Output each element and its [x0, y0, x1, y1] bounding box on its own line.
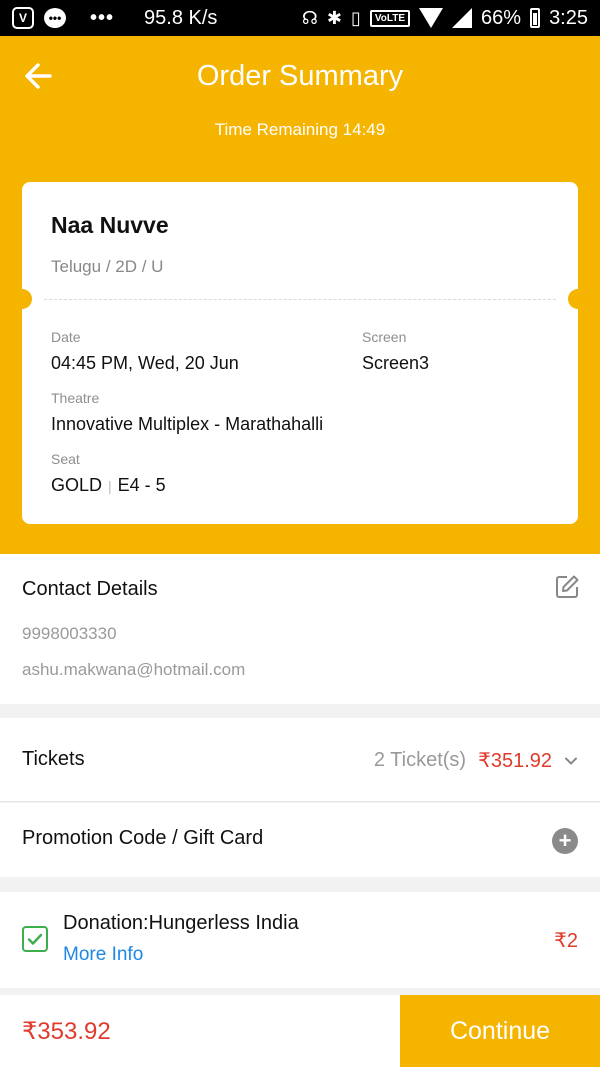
ticket-notch-right [568, 289, 588, 309]
promotion-code-title: Promotion Code / Gift Card [22, 827, 264, 849]
tickets-summary: 2 Ticket(s) ₹351.92 [374, 748, 578, 773]
time-remaining: Time Remaining 14:49 [0, 120, 600, 140]
more-notifications-icon: ••• [90, 6, 115, 29]
seat-separator: | [108, 478, 112, 494]
contact-phone: 9998003330 [22, 624, 117, 643]
footer-bar: ₹353.92 Continue [0, 995, 600, 1067]
chevron-down-icon[interactable] [564, 754, 578, 768]
screen-label: Screen [362, 329, 407, 345]
movie-title: Naa Nuvve [51, 212, 169, 238]
network-speed: 95.8 K/s [144, 6, 218, 29]
bluetooth-icon: ✱ [326, 7, 342, 28]
donation-title: Donation:Hungerless India [63, 912, 299, 934]
theatre-label: Theatre [51, 390, 100, 406]
order-header: Order Summary Time Remaining 14:49 Naa N… [0, 36, 600, 554]
donation-price: ₹2 [554, 930, 578, 952]
ticket-divider [44, 299, 556, 300]
screen-value: Screen3 [362, 353, 430, 373]
volte-icon: VoLTE [369, 9, 411, 27]
movie-meta: Telugu / 2D / U [51, 257, 164, 276]
contact-details-section: Contact Details 9998003330 ashu.makwana@… [0, 554, 600, 704]
page-title: Order Summary [196, 60, 404, 92]
tickets-title: Tickets [22, 748, 85, 770]
contact-details-title: Contact Details [22, 578, 158, 600]
timer-value: 14:49 [342, 120, 386, 139]
seat-class: GOLD [51, 475, 103, 495]
ticket-count: 2 Ticket(s) [373, 749, 467, 771]
seat-value: GOLD | E4 - 5 [51, 475, 166, 496]
battery-icon [530, 8, 541, 28]
ticket-price: ₹351.92 [478, 750, 552, 772]
cell-signal-icon [452, 8, 473, 28]
seat-numbers: E4 - 5 [117, 475, 166, 495]
clock: 3:25 [549, 6, 588, 29]
theatre-value: Innovative Multiplex - Marathahalli [51, 414, 324, 434]
chat-notification-icon: ••• [44, 8, 66, 28]
seat-label: Seat [51, 451, 80, 467]
ticket-card: Naa Nuvve Telugu / 2D / U Date 04:45 PM,… [12, 182, 588, 524]
donation-checkbox[interactable] [22, 926, 48, 952]
add-promo-icon[interactable]: + [552, 828, 578, 854]
checkmark-icon [27, 933, 43, 945]
battery-percent: 66% [481, 6, 522, 29]
app-notification-icon: V [12, 7, 34, 29]
date-label: Date [51, 329, 81, 345]
continue-button[interactable]: Continue [400, 995, 600, 1067]
promotion-code-row[interactable]: Promotion Code / Gift Card + [0, 803, 600, 877]
ticket-notch-left [12, 289, 32, 309]
date-value: 04:45 PM, Wed, 20 Jun [51, 353, 239, 373]
timer-label: Time Remaining [214, 120, 338, 139]
donation-row: Donation:Hungerless India More Info ₹2 [0, 892, 600, 988]
status-bar: V ••• ••• 95.8 K/s ☊ ✱ ▯ VoLTE 66% 3:25 [0, 0, 600, 36]
vibrate-icon: ▯ [350, 7, 361, 28]
edit-icon[interactable] [554, 574, 580, 600]
donation-more-info-link[interactable]: More Info [63, 944, 143, 966]
headphones-icon: ☊ [301, 7, 318, 28]
order-total: ₹353.92 [22, 1018, 111, 1045]
contact-email: ashu.makwana@hotmail.com [22, 660, 246, 679]
tickets-row[interactable]: Tickets 2 Ticket(s) ₹351.92 [0, 718, 600, 802]
wifi-icon [419, 8, 444, 28]
